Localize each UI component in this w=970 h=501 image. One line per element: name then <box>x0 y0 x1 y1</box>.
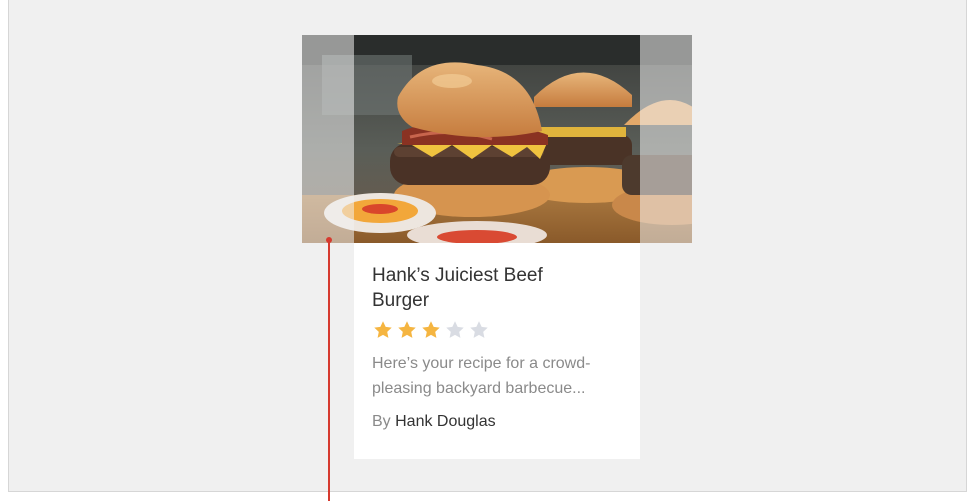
byline-prefix: By <box>372 413 391 430</box>
image-bleed-right <box>640 35 692 243</box>
star-icon <box>446 321 464 338</box>
star-rating <box>372 319 622 343</box>
recipe-image[interactable] <box>302 35 692 243</box>
image-bleed-left <box>302 35 354 243</box>
recipe-description: Here’s your recipe for a crowd-pleasing … <box>372 355 591 397</box>
burger-photo <box>302 35 692 243</box>
star-icon <box>422 321 440 338</box>
recipe-title[interactable]: Hank’s Juiciest Beef Burger <box>372 263 592 313</box>
byline: By Hank Douglas <box>372 413 622 431</box>
star-icon <box>398 321 416 338</box>
recipe-card[interactable]: Hank’s Juiciest Beef Burger Here’s your … <box>354 243 640 459</box>
author-name[interactable]: Hank Douglas <box>395 413 496 430</box>
star-icon <box>374 321 392 338</box>
guide-line <box>328 242 330 501</box>
star-icon <box>470 321 488 338</box>
canvas-stage: Hank’s Juiciest Beef Burger Here’s your … <box>8 0 967 492</box>
guide-anchor-dot <box>326 237 332 243</box>
